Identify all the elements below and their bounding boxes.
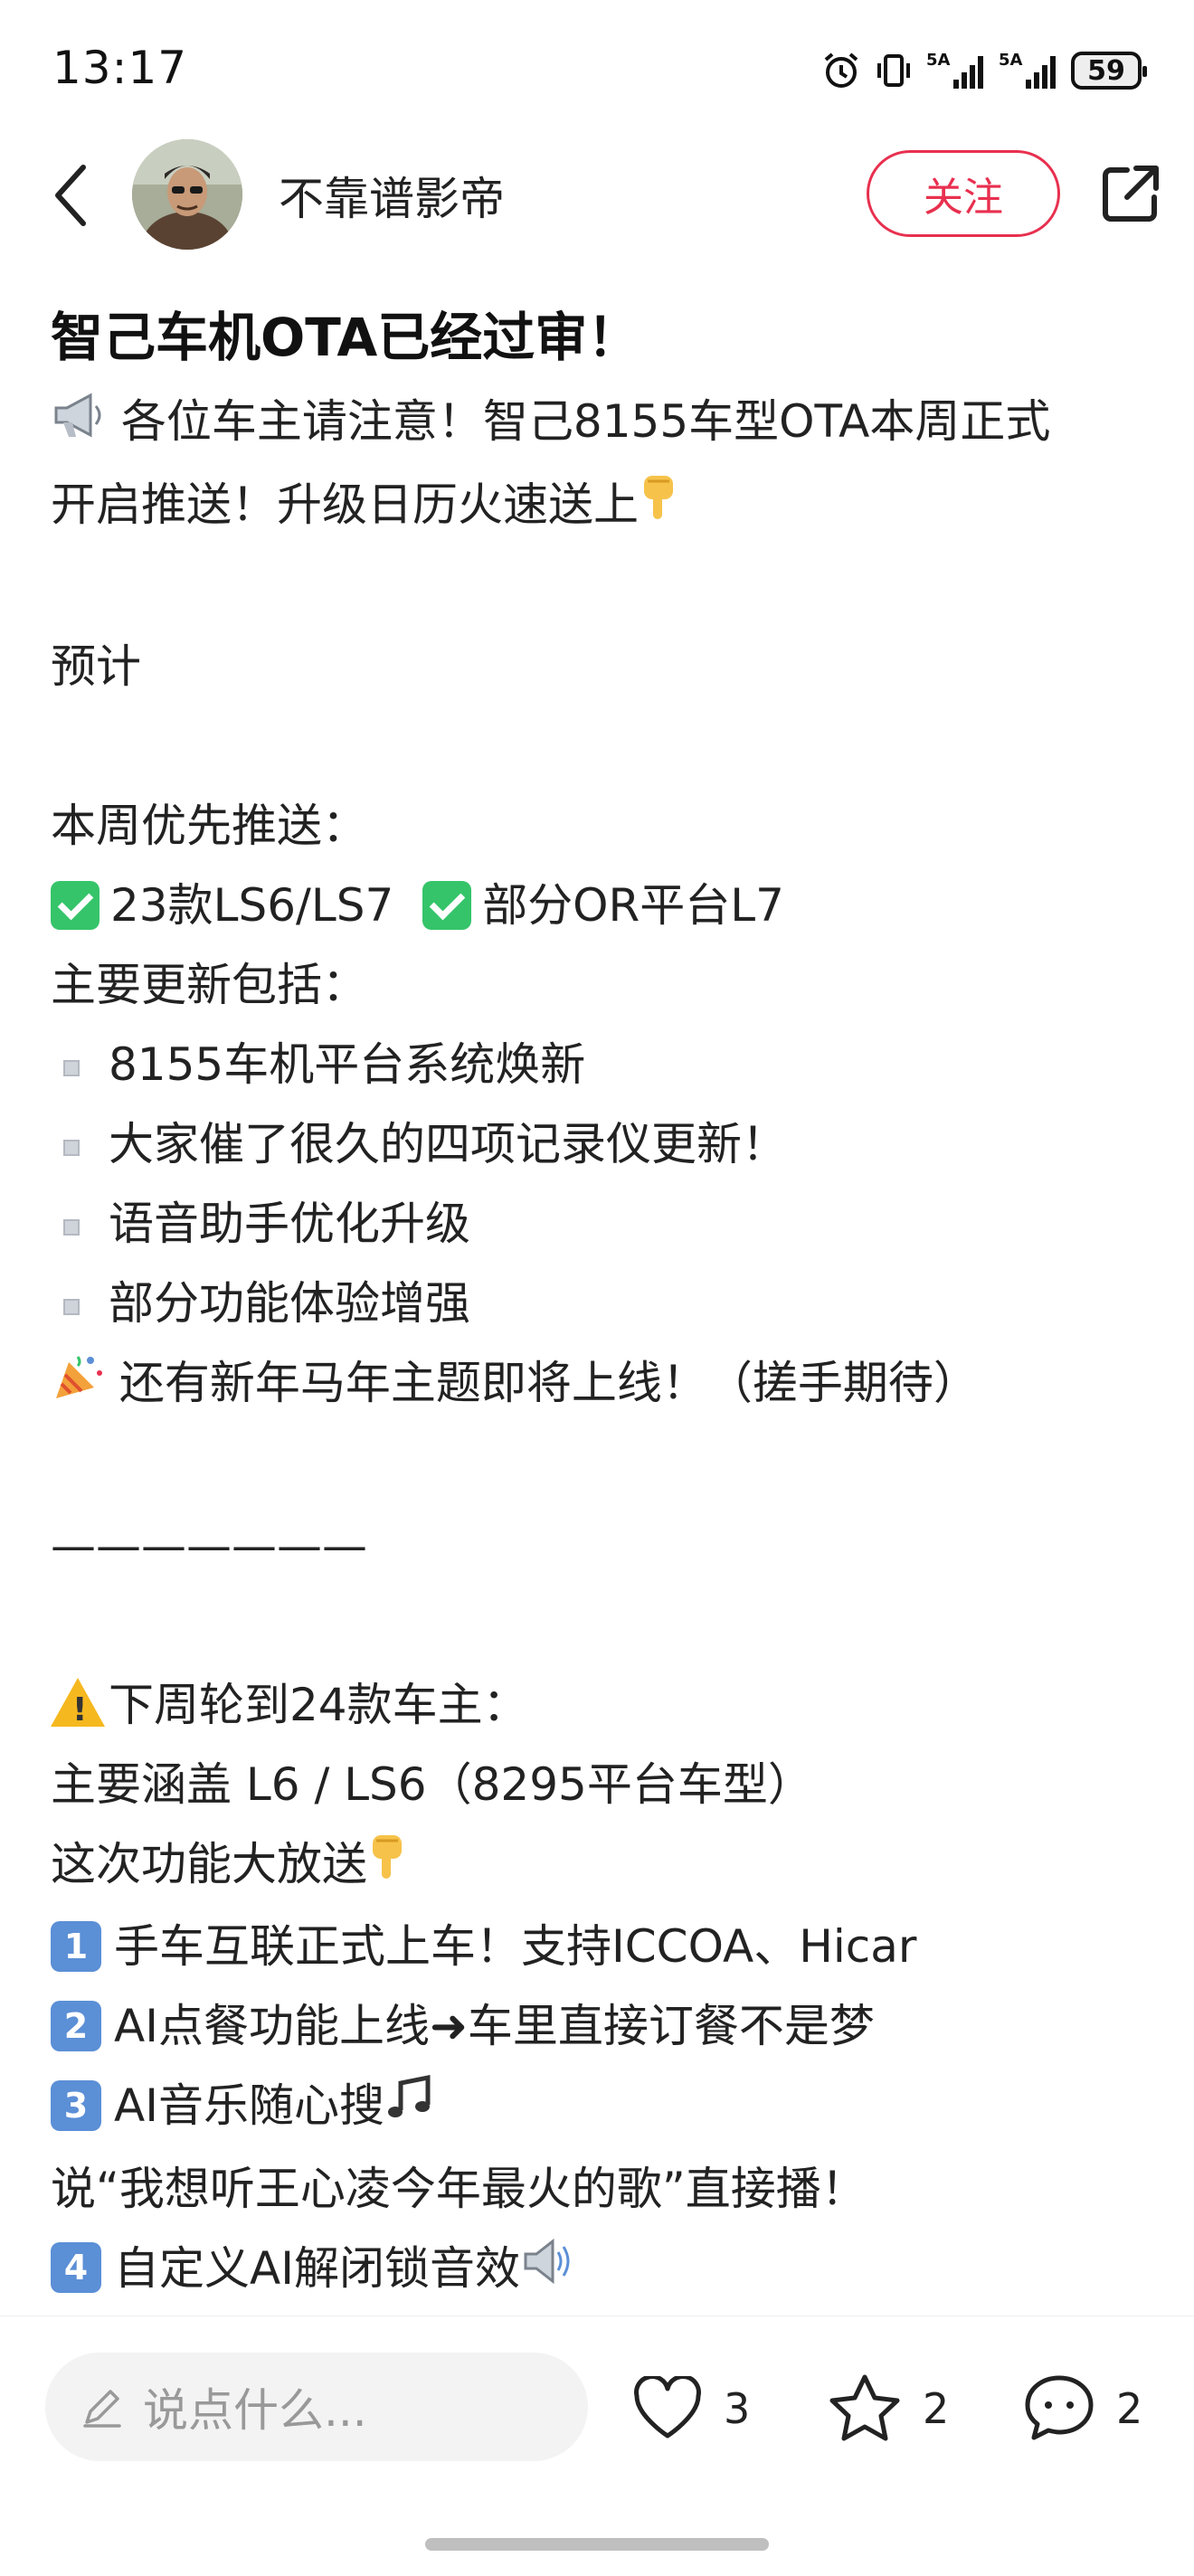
post-title: 智己车机OTA已经过审！ (51, 307, 640, 368)
party-icon (51, 1347, 105, 1426)
list-item: 部分功能体验增强 (51, 1264, 1154, 1343)
pointing-down-icon (639, 468, 678, 547)
comment-input[interactable]: 说点什么... (45, 2353, 588, 2461)
features-heading: 这次功能大放送 (51, 1824, 1154, 1908)
pointing-down-icon (367, 1827, 407, 1907)
bullet-icon (63, 1059, 80, 1076)
check-icon (422, 880, 472, 930)
bullet-icon (63, 1139, 80, 1156)
check-icon (51, 880, 100, 930)
number-badge: 1 (51, 1920, 101, 1972)
bullet-icon (63, 1298, 80, 1315)
star-icon (829, 2374, 900, 2441)
priority-heading: 本周优先推送： (51, 800, 367, 852)
models-line: 主要涵盖 L6 / LS6（8295平台车型） (51, 1757, 813, 1811)
next-week-heading: 下周轮到24款车主： (51, 1665, 1154, 1750)
vibrate-icon (874, 51, 914, 90)
home-indicator[interactable] (425, 2538, 769, 2551)
author-name[interactable]: 不靠谱影帝 (279, 163, 505, 228)
list-item: 8155车机平台系统焕新 (51, 1025, 1154, 1104)
feature-item: 2 AI点餐功能上线➜车里直接订餐不是梦 (51, 1986, 1154, 2066)
signal-icon: 5A (926, 49, 986, 92)
feature-item: 3 AI音乐随心搜 (51, 2066, 1154, 2149)
like-button[interactable]: 3 (631, 2363, 750, 2454)
back-button[interactable] (43, 161, 98, 230)
collect-count: 2 (923, 2384, 950, 2433)
number-badge: 3 (51, 2079, 101, 2131)
intro-line: 各位车主请注意！智己8155车型OTA本周正式 (51, 382, 1154, 465)
back-icon (55, 165, 86, 226)
warning-icon (51, 1665, 109, 1750)
list-item: 大家催了很久的四项记录仪更新！ (51, 1104, 1154, 1184)
feature-item: 1 手车互联正式上车！支持ICCOA、Hicar (51, 1907, 1154, 1986)
music-quote: 说“我想听王心凌今年最火的歌”直接播！ (51, 2162, 867, 2215)
number-badge: 2 (51, 2000, 101, 2051)
priority-list: 23款LS6/LS7 部分OR平台L7 (51, 866, 1154, 945)
follow-button[interactable]: 关注 (867, 150, 1060, 237)
new-year-line: 还有新年马年主题即将上线！（搓手期待） (51, 1343, 1154, 1426)
updates-heading: 主要更新包括： (51, 959, 367, 1011)
status-time: 13:17 (52, 42, 188, 94)
bullet-icon (63, 1218, 80, 1236)
signal-icon: 5A (999, 49, 1058, 92)
status-icons: 5A 5A 59 (821, 45, 1147, 96)
svg-text:5A: 5A (999, 51, 1023, 70)
number-badge: 4 (51, 2242, 101, 2293)
post-content: 智己车机OTA已经过审！ 各位车主请注意！智己8155车型OTA本周正式 开启推… (51, 298, 1154, 2311)
share-icon (1103, 166, 1159, 222)
post-header: 不靠谱影帝 关注 (0, 136, 1194, 253)
megaphone-icon (51, 385, 107, 465)
alarm-icon (821, 51, 861, 90)
pencil-icon (83, 2390, 121, 2428)
divider-text: ——————— (51, 1519, 367, 1572)
music-note-icon (384, 2069, 435, 2149)
like-count: 3 (724, 2384, 751, 2433)
comment-count: 2 (1116, 2384, 1143, 2433)
battery-icon: 59 (1071, 52, 1147, 90)
collect-button[interactable]: 2 (827, 2363, 949, 2454)
share-button[interactable] (1100, 163, 1161, 224)
avatar[interactable] (132, 139, 242, 250)
heart-icon (634, 2376, 701, 2439)
intro-line-2: 开启推送！升级日历火速送上 (51, 465, 1154, 548)
post-body: 各位车主请注意！智己8155车型OTA本周正式 开启推送！升级日历火速送上 预计… (51, 382, 1154, 2311)
comment-icon (1025, 2375, 1094, 2440)
battery-level: 59 (1087, 54, 1125, 87)
comment-button[interactable]: 2 (1022, 2363, 1142, 2454)
bottom-action-bar: 说点什么... 3 2 2 (0, 2316, 1194, 2497)
speaker-icon (520, 2231, 574, 2311)
list-item: 语音助手优化升级 (51, 1184, 1154, 1264)
feature-item: 4 自定义AI解闭锁音效 (51, 2229, 1154, 2312)
status-bar: 13:17 5A 5A 59 (0, 0, 1194, 136)
predict-text: 预计 (51, 640, 141, 693)
svg-text:5A: 5A (926, 51, 951, 70)
comment-placeholder: 说点什么... (143, 2384, 367, 2437)
